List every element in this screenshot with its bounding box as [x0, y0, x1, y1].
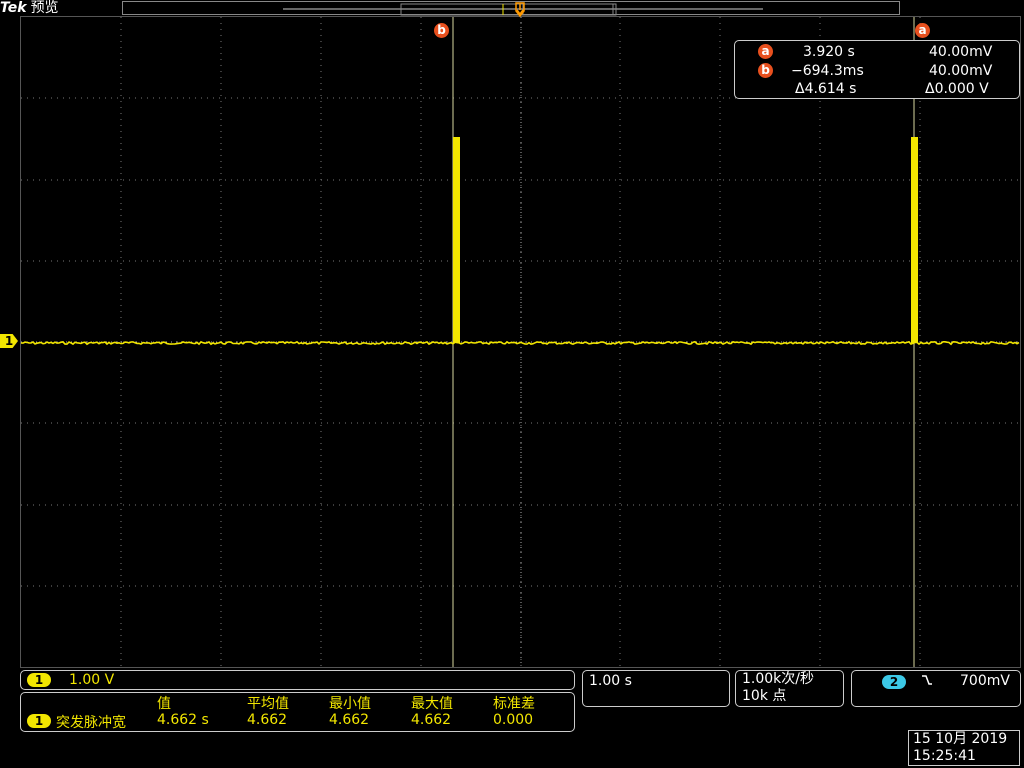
cursor-readout: a 3.920 s 40.00mV b −694.3ms 40.00mV Δ4.… — [734, 40, 1020, 99]
ch1-scale-panel[interactable]: 1 1.00 V — [20, 670, 575, 690]
meas-max: 4.662 — [411, 712, 452, 728]
meas-header-value: 值 — [157, 696, 171, 712]
pulse-2 — [911, 137, 918, 343]
cursor-b-time: −694.3ms — [791, 63, 864, 79]
ch2-badge: 2 — [882, 675, 906, 689]
cursor-b-volt: 40.00mV — [929, 63, 993, 79]
trigger-position-icon[interactable] — [513, 2, 527, 22]
ch1-scale: 1.00 V — [69, 672, 115, 688]
record-view-graphic — [283, 3, 763, 16]
falling-edge-icon — [920, 673, 934, 691]
meas-value: 4.662 s — [157, 712, 209, 728]
ch1-trace — [20, 340, 1020, 346]
meas-header-min: 最小值 — [329, 696, 371, 712]
tek-logo: Tek — [0, 0, 27, 16]
trigger-panel[interactable]: 2 700mV — [851, 670, 1021, 707]
meas-min: 4.662 — [329, 712, 370, 728]
meas-name: 突发脉冲宽 — [56, 715, 126, 731]
record-view-bar[interactable] — [122, 1, 900, 16]
timebase-scale: 1.00 s — [589, 673, 632, 689]
cursor-a-time: 3.920 s — [803, 44, 855, 60]
ch1-ground-marker[interactable]: 1 — [0, 334, 18, 348]
meas-header-max: 最大值 — [411, 696, 453, 712]
meas-header-mean: 平均值 — [247, 696, 289, 712]
cursor-b-icon: b — [758, 63, 773, 78]
sample-rate: 1.00k次/秒 — [742, 671, 814, 687]
trigger-level: 700mV — [960, 673, 1010, 689]
pulse-1 — [453, 137, 460, 343]
ch1-badge: 1 — [27, 673, 51, 687]
meas-std: 0.000 — [493, 712, 534, 728]
timebase-panel[interactable]: 1.00 s — [582, 670, 730, 707]
mode-label: 预览 — [30, 0, 59, 16]
waveform-display[interactable] — [20, 16, 1021, 668]
time-label: 15:25:41 — [913, 748, 976, 764]
date-label: 15 10月 2019 — [913, 731, 1008, 747]
meas-ch1-badge: 1 — [27, 714, 51, 728]
cursor-a-volt: 40.00mV — [929, 44, 993, 60]
brand-label: Tek 预览 — [0, 0, 59, 16]
acquisition-panel[interactable]: 1.00k次/秒 10k 点 — [735, 670, 844, 707]
datetime-panel: 15 10月 2019 15:25:41 — [908, 730, 1020, 766]
graticule — [20, 17, 1020, 667]
measurement-panel[interactable]: 值 平均值 最小值 最大值 标准差 1 突发脉冲宽 4.662 s 4.662 … — [20, 692, 575, 732]
meas-mean: 4.662 — [247, 712, 288, 728]
cursor-delta-volt: Δ0.000 V — [925, 81, 989, 97]
cursor-b-badge[interactable]: b — [434, 23, 449, 38]
cursor-a-icon: a — [758, 44, 773, 59]
cursor-a-badge[interactable]: a — [915, 23, 930, 38]
meas-header-std: 标准差 — [493, 696, 535, 712]
cursor-delta-time: Δ4.614 s — [795, 81, 857, 97]
record-length: 10k 点 — [742, 688, 787, 704]
